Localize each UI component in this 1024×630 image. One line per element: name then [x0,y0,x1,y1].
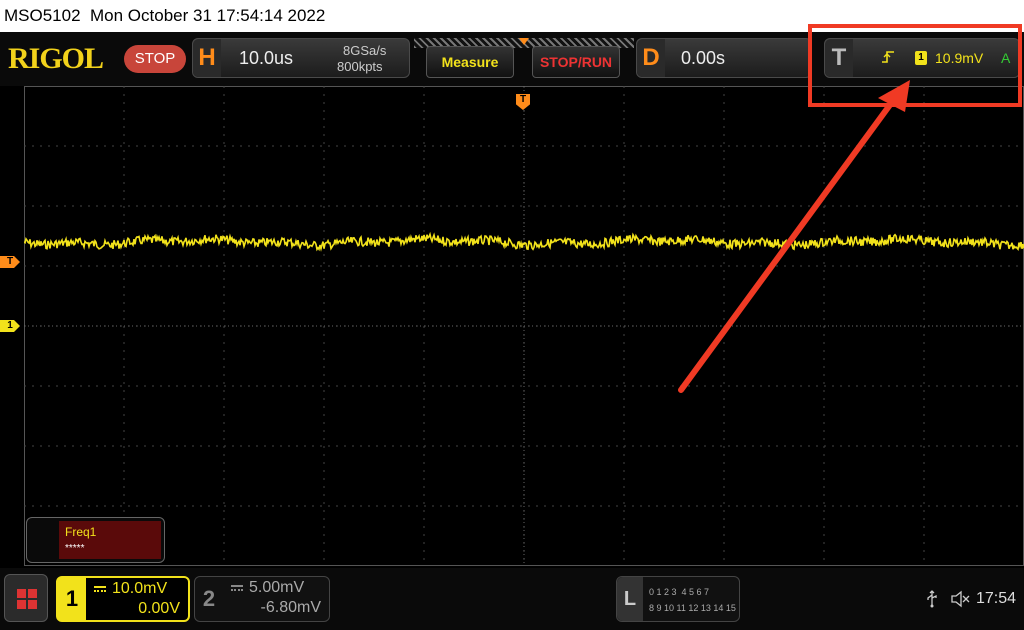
speaker-muted-icon[interactable] [950,590,970,613]
horizontal-letter: H [193,39,221,77]
device-title: MSO5102 Mon October 31 17:54:14 2022 [4,6,325,26]
channel1-scale: 10.0mV [112,580,168,597]
delay-letter: D [637,39,665,77]
annotation-highlight-box [808,24,1022,107]
sample-rate: 8GSa/s [343,43,387,58]
main-menu-button[interactable] [4,574,48,622]
frequency-measurement[interactable]: Freq1 ***** [26,517,165,563]
timebase-value: 10.0us [239,48,294,68]
stop-run-button[interactable]: STOP/RUN [532,46,620,78]
usb-icon [926,590,938,613]
measurement-name: Freq1 [65,525,97,539]
channel1-offset-marker[interactable]: 1 [0,320,20,332]
la-letter: L [617,577,643,621]
channel2-scale: 5.00mV [249,579,305,596]
waveform-display[interactable] [24,86,1024,566]
channel2-offset: -6.80mV [260,599,321,616]
channel1-number: 1 [58,578,86,620]
bottom-bar: 1 10.0mV 0.00V 2 5.00mV -6.80mV L 0 1 2 … [0,568,1024,630]
memory-depth: 800kpts [337,59,383,74]
trigger-level-marker[interactable]: T [0,256,20,268]
model-name: MSO5102 [4,6,81,25]
overview-trigger-marker [519,38,529,45]
datetime: Mon October 31 17:54:14 2022 [90,6,326,25]
delay-value: 0.00s [681,48,726,68]
channel1-panel[interactable]: 1 10.0mV 0.00V [56,576,190,622]
dc-coupling-icon [231,585,243,591]
measure-button[interactable]: Measure [426,46,514,78]
delay-panel[interactable]: D 0.00s [636,38,812,78]
graticule [24,86,1024,566]
la-channels-row1: 0 1 2 3 4 5 6 7 [649,587,710,597]
menu-grid-icon [17,589,37,609]
dc-coupling-icon [94,586,106,592]
brand-logo: RIGOL [8,42,104,75]
logic-analyzer-panel[interactable]: L 0 1 2 3 4 5 6 7 8 9 10 11 12 13 14 15 [616,576,740,622]
la-channels-row2: 8 9 10 11 12 13 14 15 [649,603,736,613]
horizontal-panel[interactable]: H 10.0us 8GSa/s 800kpts [192,38,410,78]
channel1-offset: 0.00V [138,600,180,617]
measurement-panel: Freq1 ***** [59,521,161,559]
run-state-badge[interactable]: STOP [124,45,186,73]
channel2-number: 2 [202,586,216,611]
system-clock: 17:54 [976,590,1017,607]
channel2-panel[interactable]: 2 5.00mV -6.80mV [194,576,330,622]
measurement-value: ***** [65,543,85,554]
